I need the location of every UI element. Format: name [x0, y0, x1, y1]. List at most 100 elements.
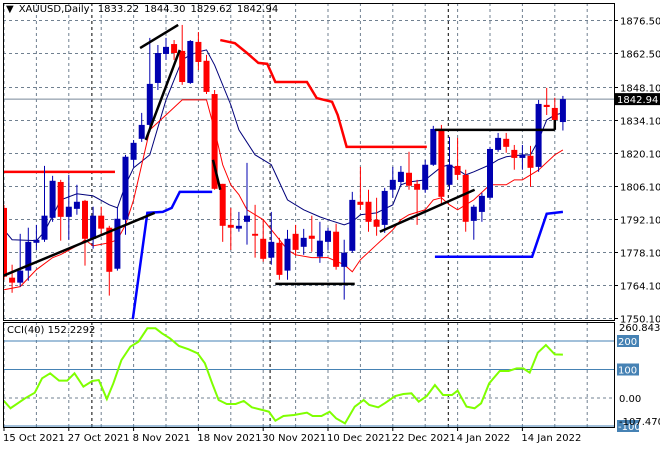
candle-body	[33, 239, 40, 243]
candle-body	[17, 270, 24, 283]
candle-body	[535, 103, 542, 167]
candle-body	[389, 179, 396, 190]
x-tick-label: 8 Nov 2021	[133, 433, 191, 444]
candle-body	[146, 83, 153, 125]
candle-body	[325, 230, 331, 242]
candle	[381, 187, 388, 233]
candle-body	[308, 235, 315, 239]
candle-body	[349, 199, 356, 251]
candle	[146, 37, 153, 132]
candle	[430, 125, 437, 166]
candle	[511, 144, 518, 170]
candle	[292, 224, 299, 256]
candle-body	[527, 155, 534, 168]
candle	[438, 124, 445, 205]
candle	[365, 189, 372, 232]
candle	[519, 144, 526, 170]
candle	[203, 54, 210, 95]
candle-body	[138, 124, 145, 139]
trendline	[379, 188, 476, 233]
candle-body	[462, 174, 469, 222]
cci-label: CCI(40) 152.2292	[7, 325, 95, 336]
candle	[65, 174, 72, 240]
candle	[114, 207, 121, 271]
candle	[179, 24, 186, 85]
candle	[341, 239, 348, 300]
candle	[17, 233, 24, 287]
y-tick-label: 1792.10	[620, 216, 660, 227]
candle-body	[397, 171, 404, 182]
candle	[446, 136, 453, 190]
candle	[82, 199, 88, 266]
candle-body	[9, 277, 16, 283]
candle-body	[478, 195, 485, 212]
candle	[219, 183, 226, 242]
y-tick-label: 1820.10	[620, 150, 660, 161]
y-tick-label: 1862.50	[620, 50, 660, 61]
lower-step-2-line	[434, 210, 564, 258]
candle-body	[244, 215, 250, 222]
candle-body	[414, 183, 421, 190]
candle	[357, 166, 364, 210]
candle-body	[365, 201, 372, 222]
candle-body	[446, 164, 453, 185]
current-price-label: 1842.94	[617, 95, 658, 106]
x-tick-label: 14 Jan 2022	[521, 433, 581, 444]
candle-body	[406, 172, 412, 186]
candle	[227, 207, 234, 250]
chart-header: ▼ XAUUSD,Daily 1833.22 1844.30 1829.62 1842.…	[6, 4, 283, 15]
candle-body	[316, 240, 323, 257]
y-tick-label: 1834.10	[620, 117, 660, 128]
candle	[406, 151, 412, 190]
cci-level-label: 200	[618, 337, 637, 348]
cci-line	[3, 327, 563, 425]
main-panel	[3, 3, 614, 320]
candle	[454, 137, 461, 180]
candle	[462, 169, 469, 232]
candle	[559, 95, 566, 131]
candle-body	[381, 190, 388, 225]
candle	[470, 204, 477, 240]
candle-body	[341, 252, 348, 267]
candle-body	[98, 215, 105, 229]
candle	[90, 206, 97, 249]
candle-body	[57, 181, 64, 217]
candle	[276, 237, 283, 280]
candle	[527, 145, 534, 187]
candle	[349, 191, 356, 253]
candle-body	[292, 233, 299, 250]
chart-canvas: 1876.50 1862.50 1848.10 1834.10 1820.10 1806.…	[3, 3, 660, 444]
x-tick-label: 30 Nov 2021	[262, 433, 326, 444]
candle-body	[495, 137, 502, 150]
y-tick-label: 1806.10	[620, 183, 660, 194]
candle	[333, 223, 340, 270]
cci-panel	[3, 322, 614, 427]
candle	[543, 87, 550, 116]
candle-body	[122, 156, 129, 220]
candle	[244, 162, 250, 245]
cci-level-label: 100	[618, 366, 637, 377]
candle	[73, 184, 80, 215]
candle-body	[260, 238, 267, 259]
candle	[187, 40, 194, 84]
collapse-triangle-icon[interactable]: ▼	[6, 4, 14, 15]
candle-body	[130, 142, 137, 160]
x-tick-label: 10 Dec 2021	[327, 433, 391, 444]
candle-body	[511, 149, 518, 158]
candle	[414, 179, 421, 225]
candle-body	[203, 60, 210, 92]
candle-body	[219, 183, 226, 226]
candle	[478, 192, 485, 222]
lower-step-1-line	[131, 190, 213, 320]
candle-body	[227, 224, 234, 228]
high-value: 1844.30	[144, 4, 186, 15]
candle-body	[49, 180, 56, 218]
candle-body	[454, 165, 461, 175]
candle-body	[422, 164, 429, 190]
candle-body	[65, 206, 72, 217]
x-tick-label: 22 Dec 2021	[392, 433, 456, 444]
candle-body	[300, 237, 307, 247]
candle	[300, 228, 307, 255]
cci-y-tick-label: 0.00	[619, 394, 641, 405]
candle-body	[438, 129, 445, 197]
